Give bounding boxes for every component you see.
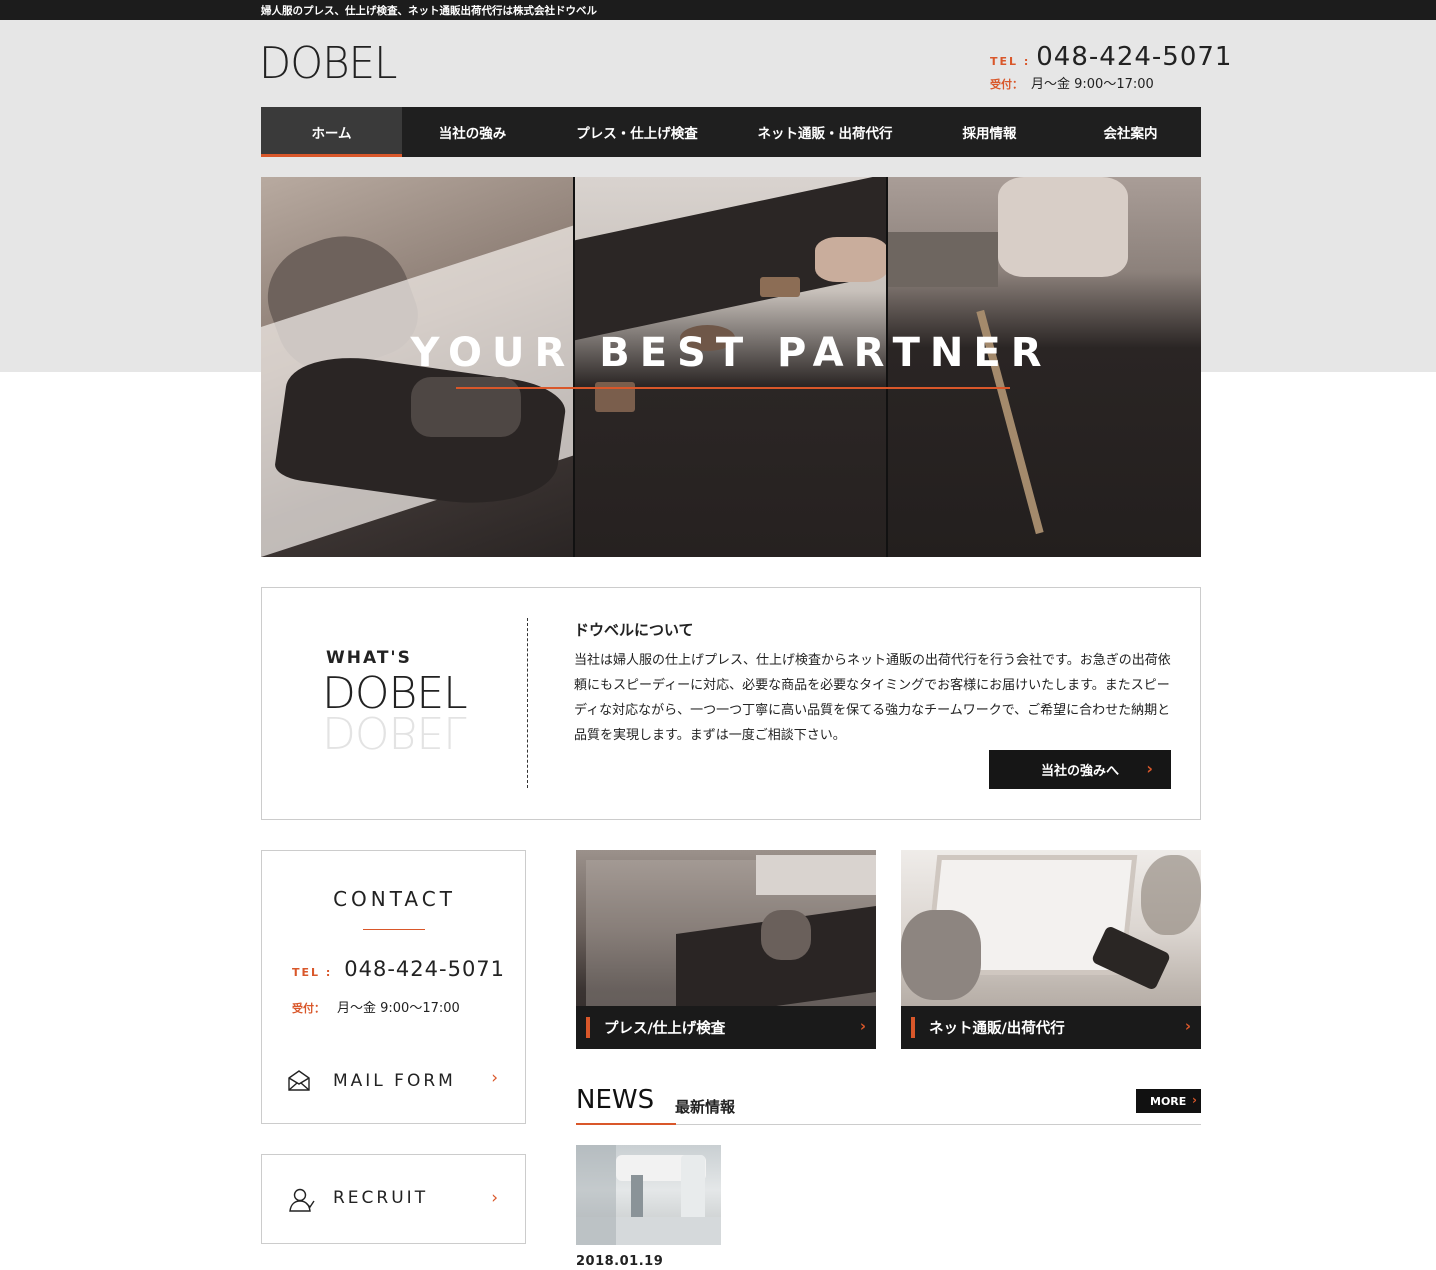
whats-label: WHAT'S	[326, 648, 412, 668]
contact-heading: CONTACT	[333, 887, 456, 911]
service-card-ecommerce-bar: ネット通販/出荷代行 ›	[901, 1006, 1201, 1049]
about-heading: ドウベルについて	[574, 621, 694, 639]
strengths-button[interactable]: 当社の強みへ ›	[989, 750, 1171, 789]
contact-hours-label: 受付：	[292, 1002, 325, 1015]
service-card-press[interactable]: プレス/仕上げ検査 ›	[576, 850, 876, 1049]
main-nav: ホーム 当社の強み プレス・仕上げ検査 ネット通販・出荷代行 採用情報 会社案内	[261, 107, 1201, 157]
news-more-label: MORE	[1150, 1094, 1187, 1108]
contact-tel-label: TEL :	[292, 966, 333, 979]
chevron-right-icon: ›	[1192, 1093, 1197, 1107]
service-card-press-label: プレス/仕上げ検査	[604, 1021, 726, 1037]
chevron-right-icon: ›	[859, 1017, 866, 1035]
envelope-icon	[288, 1070, 310, 1091]
hours-value: 月〜金 9:00〜17:00	[1031, 77, 1154, 92]
contact-hours-value: 月〜金 9:00〜17:00	[337, 1001, 460, 1016]
tel-label: TEL :	[990, 55, 1031, 68]
hours-label: 受付：	[990, 78, 1023, 91]
contact-box: CONTACT TEL : 048-424-5071 受付： 月〜金 9:00〜17…	[261, 850, 526, 1124]
person-icon	[289, 1188, 315, 1212]
service-card-ecommerce[interactable]: ネット通販/出荷代行 ›	[901, 850, 1201, 1049]
nav-item-ecommerce[interactable]: ネット通販・出荷代行	[731, 107, 919, 157]
nav-item-press[interactable]: プレス・仕上げ検査	[543, 107, 731, 157]
contact-hours: 受付： 月〜金 9:00〜17:00	[292, 997, 460, 1016]
about-body: 当社は婦人服の仕上げプレス、仕上げ検査からネット通販の出荷代行を行う会社です。お…	[574, 653, 1171, 743]
site-logo[interactable]: DOBEL	[259, 38, 397, 89]
news-date: 2018.01.19	[576, 1254, 664, 1269]
chevron-right-icon: ›	[1184, 1017, 1191, 1035]
recruit-link[interactable]: RECRUIT ›	[261, 1154, 526, 1244]
contact-divider	[363, 929, 425, 930]
chevron-right-icon: ›	[491, 1068, 498, 1088]
mail-form-link[interactable]: MAIL FORM ›	[287, 1063, 502, 1099]
header-tel: TEL : 048-424-5071	[990, 42, 1232, 72]
news-subheading: 最新情報	[675, 1098, 736, 1116]
service-card-press-bar: プレス/仕上げ検査 ›	[576, 1006, 876, 1049]
chevron-right-icon: ›	[491, 1188, 498, 1208]
news-divider-accent	[576, 1123, 676, 1125]
mail-form-label: MAIL FORM	[333, 1071, 456, 1091]
news-heading: NEWS	[576, 1085, 655, 1115]
contact-tel: TEL : 048-424-5071	[292, 957, 505, 981]
news-more-button[interactable]: MORE ›	[1136, 1089, 1201, 1113]
nav-item-strengths[interactable]: 当社の強み	[402, 107, 543, 157]
nav-item-company[interactable]: 会社案内	[1060, 107, 1201, 157]
tel-number[interactable]: 048-424-5071	[1036, 42, 1232, 72]
about-section: WHAT'S DOBEL DOBEL ドウベルについて 当社は婦人服の仕上げプレ…	[261, 587, 1201, 820]
nav-item-recruit[interactable]: 採用情報	[919, 107, 1060, 157]
tagline: 婦人服のプレス、仕上げ検査、ネット通販出荷代行は株式会社ドウベル	[261, 5, 597, 17]
top-bar: 婦人服のプレス、仕上げ検査、ネット通販出荷代行は株式会社ドウベル	[0, 0, 1436, 20]
news-thumbnail[interactable]	[576, 1145, 721, 1245]
contact-tel-number[interactable]: 048-424-5071	[344, 957, 505, 981]
service-card-ecommerce-label: ネット通販/出荷代行	[929, 1021, 1065, 1037]
chevron-right-icon: ›	[1146, 759, 1153, 778]
nav-item-home[interactable]: ホーム	[261, 107, 402, 157]
hero-title: YOUR BEST PARTNER	[410, 330, 1052, 376]
about-divider	[527, 618, 528, 788]
header-hours: 受付： 月〜金 9:00〜17:00	[990, 73, 1154, 92]
hero-title-underline	[456, 387, 1010, 389]
strengths-button-label: 当社の強みへ	[1040, 764, 1119, 779]
recruit-label: RECRUIT	[333, 1188, 429, 1208]
about-logo-reflection: DOBEL	[322, 706, 467, 757]
